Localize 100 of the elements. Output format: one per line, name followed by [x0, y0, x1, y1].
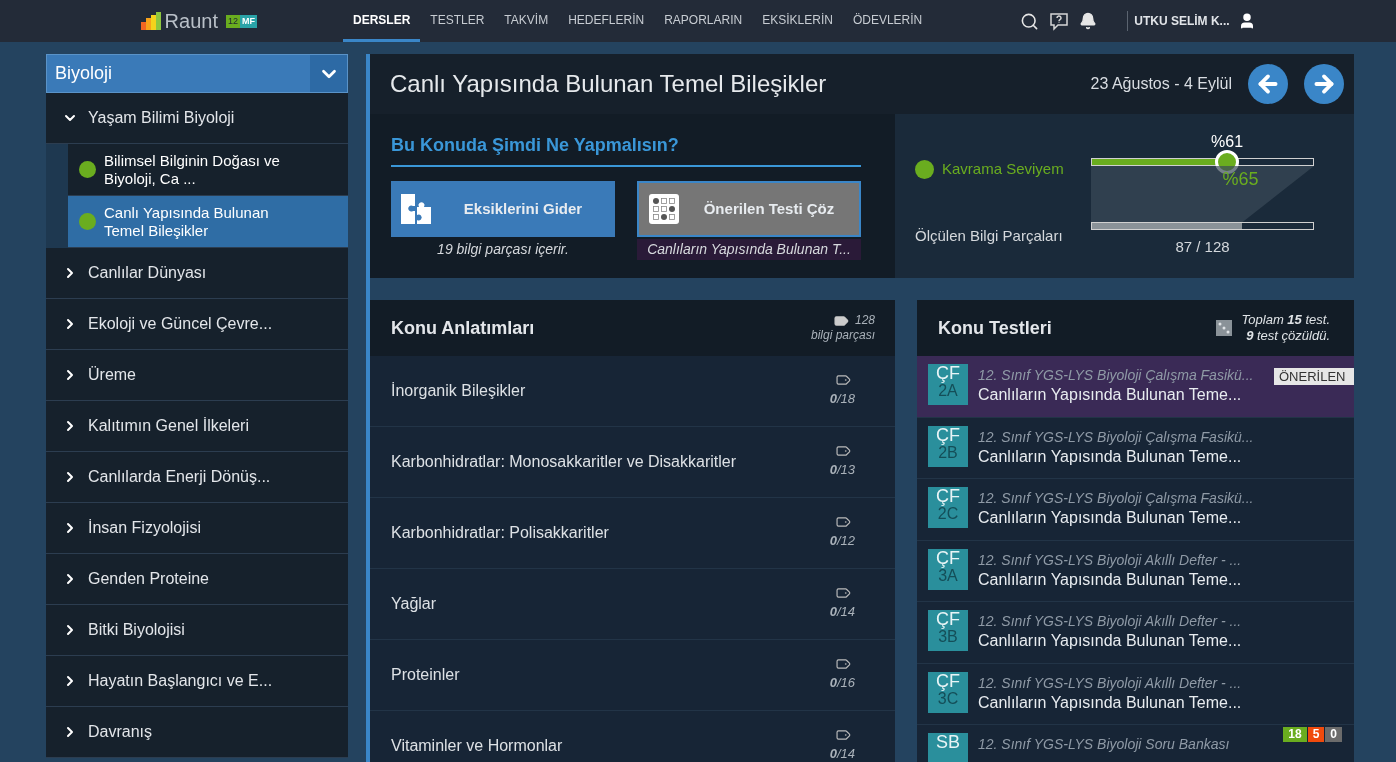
test-row[interactable]: ÇF 2A 12. Sınıf YGS-LYS Biyoloji Çalışma Fasikü... Canlıların Yapısında Bulunan Teme... ÖNERİLEN	[917, 356, 1354, 418]
piece-count: 128	[854, 313, 875, 328]
test-code-tile: ÇF 2A	[928, 364, 968, 405]
date-range: 23 Ağustos - 4 Eylül	[1090, 74, 1232, 94]
topic-item[interactable]: Bilimsel Bilginin Doğası ve Biyoloji, Ca ...	[68, 144, 348, 196]
test-code-tile: ÇF 3C	[928, 671, 968, 713]
test-title: Canlıların Yapısında Bulunan Teme...	[978, 692, 1242, 713]
sidebar-item[interactable]: İnsan Fizyolojisi	[46, 503, 348, 554]
dropdown-button[interactable]	[310, 55, 347, 92]
user-name[interactable]: UTKU SELİM K...	[1134, 12, 1230, 30]
nav-tab[interactable]: DERSLER	[343, 0, 421, 42]
lesson-title: Proteinler	[391, 665, 460, 685]
test-title: Canlıların Yapısında Bulunan Teme...	[978, 446, 1243, 467]
next-button[interactable]	[1304, 64, 1344, 104]
nav-tab[interactable]: HEDEFLERİN	[558, 0, 655, 42]
test-book: 12. Sınıf YGS-LYS Biyoloji Akıllı Defter - ...	[978, 673, 1242, 693]
sidebar-item[interactable]: Bitki Biyolojisi	[46, 605, 348, 656]
test-book: 12. Sınıf YGS-LYS Biyoloji Çalışma Fasikü...	[978, 489, 1254, 508]
test-code-tile: SB	[928, 733, 968, 762]
logo-icon	[140, 12, 161, 30]
test-book: 12. Sınıf YGS-LYS Biyoloji Çalışma Fasikü...	[978, 427, 1254, 447]
subject-title: Biyoloji	[54, 62, 113, 85]
sidebar-item[interactable]: Hayatın Başlangıcı ve E...	[46, 656, 348, 707]
piece-count-label: bilgi parçası	[810, 328, 875, 343]
action-note: Canlıların Yapısında Bulunan T...	[637, 239, 861, 260]
test-book: 12. Sınıf YGS-LYS Biyoloji Akıllı Defter - ...	[978, 550, 1242, 570]
nav-tab[interactable]: ÖDEVLERİN	[842, 0, 933, 42]
lesson-score: 0/16	[829, 674, 855, 693]
target-value: %65	[1222, 168, 1259, 191]
subject-header[interactable]: Biyoloji	[46, 54, 348, 93]
test-title: Canlıların Yapısında Bulunan Teme...	[978, 631, 1242, 651]
lesson-row[interactable]: Proteinler 0/16	[370, 640, 895, 711]
track-badge: MF	[240, 14, 257, 28]
lesson-row[interactable]: Karbonhidratlar: Polisakkaritler 0/12	[370, 498, 895, 569]
bell-icon[interactable]	[1079, 12, 1098, 30]
nav-tab[interactable]: TESTLER	[420, 0, 495, 42]
sidebar-item[interactable]: Ekoloji ve Güncel Çevre...	[46, 299, 348, 350]
lesson-row[interactable]: İnorganik Bileşikler 0/18	[370, 356, 895, 427]
test-book: 12. Sınıf YGS-LYS Biyoloji Soru Bankası	[978, 735, 1230, 754]
action-button[interactable]: Eksiklerini Gider	[391, 181, 615, 237]
lesson-score: 0/14	[829, 603, 855, 622]
lesson-row[interactable]: Vitaminler ve Hormonlar 0/14	[370, 711, 895, 762]
sidebar-item[interactable]: Canlılarda Enerji Dönüş...	[46, 452, 348, 503]
result-count: 0	[1325, 727, 1342, 742]
lesson-title: Vitaminler ve Hormonlar	[391, 736, 563, 756]
section-heading: Bu Konuda Şimdi Ne Yapmalısın?	[391, 132, 861, 167]
action-button[interactable]: Önerilen Testi Çöz	[637, 181, 861, 237]
test-code-tile: ÇF 3B	[928, 610, 968, 651]
test-summary: Toplam 15 test.	[1241, 312, 1330, 328]
previous-button[interactable]	[1248, 64, 1288, 104]
sidebar-item[interactable]: Üreme	[46, 350, 348, 401]
topic-item[interactable]: Canlı Yapısında Bulunan Temel Bileşikler	[68, 196, 348, 248]
lesson-title: İnorganik Bileşikler	[391, 381, 526, 401]
puzzle-icon	[401, 194, 431, 224]
sidebar-item[interactable]: Yaşam Bilimi Biyoloji	[46, 93, 348, 144]
action-note: 19 bilgi parçası içerir.	[436, 240, 570, 259]
sidebar-item[interactable]: Genden Proteine	[46, 554, 348, 605]
lesson-row[interactable]: Karbonhidratlar: Monosakkaritler ve Disakkaritler 0/13	[370, 427, 895, 498]
test-code-tile: ÇF 2B	[928, 425, 968, 467]
mastery-value: %61	[1211, 132, 1244, 152]
nav-tab[interactable]: RAPORLARIN	[654, 0, 753, 42]
mastery-label: Kavrama Seviyem	[942, 159, 1064, 179]
dice-icon	[1215, 320, 1232, 336]
sidebar-item[interactable]: Kalıtımın Genel İlkeleri	[46, 401, 348, 452]
measured-reading: 87 / 128	[1174, 237, 1231, 257]
test-row[interactable]: ÇF 3A 12. Sınıf YGS-LYS Biyoloji Akıllı Defter - ... Canlıların Yapısında Bulunan Teme...	[917, 540, 1354, 602]
result-count: 5	[1307, 727, 1325, 742]
help-icon[interactable]	[1049, 11, 1070, 31]
test-row[interactable]: ÇF 2B 12. Sınıf YGS-LYS Biyoloji Çalışma Fasikü... Canlıların Yapısında Bulunan Teme...	[917, 417, 1354, 479]
grade-badge: 12	[226, 14, 240, 28]
lesson-title: Yağlar	[391, 594, 437, 614]
test-row[interactable]: SB 12. Sınıf YGS-LYS Biyoloji Soru Bankası 18 5 0	[917, 725, 1354, 762]
lesson-title: Karbonhidratlar: Polisakkaritler	[391, 523, 609, 543]
test-row[interactable]: ÇF 2C 12. Sınıf YGS-LYS Biyoloji Çalışma Fasikü... Canlıların Yapısında Bulunan Teme...	[917, 479, 1354, 541]
result-count: 18	[1283, 727, 1307, 742]
recommended-badge: ÖNERİLEN	[1274, 368, 1354, 385]
measured-label: Ölçülen Bilgi Parçaları	[915, 225, 1064, 246]
search-icon[interactable]	[1020, 11, 1040, 31]
logo-text: Raunt	[164, 11, 218, 31]
lesson-score: 0/13	[829, 461, 855, 480]
lesson-score: 0/12	[829, 532, 855, 551]
test-code-tile: ÇF 3A	[928, 548, 968, 590]
test-row[interactable]: ÇF 3C 12. Sınıf YGS-LYS Biyoloji Akıllı Defter - ... Canlıların Yapısında Bulunan Teme...	[917, 663, 1354, 725]
lesson-score: 0/18	[829, 390, 855, 409]
test-book: 12. Sınıf YGS-LYS Biyoloji Akıllı Defter - ...	[978, 612, 1242, 631]
sidebar-item[interactable]: Canlılar Dünyası	[46, 248, 348, 299]
test-book: 12. Sınıf YGS-LYS Biyoloji Çalışma Fasikü...	[978, 366, 1254, 385]
test-title: Canlıların Yapısında Bulunan Teme...	[978, 508, 1243, 528]
test-title: Canlıların Yapısında Bulunan Teme...	[978, 569, 1242, 590]
nav-tab[interactable]: TAKVİM	[494, 0, 559, 42]
test-summary: 9 test çözüldü.	[1246, 328, 1330, 344]
panel-title: Konu Testleri	[938, 316, 1052, 340]
topic-title: Canlı Yapısında Bulunan Temel Bileşikler	[390, 69, 827, 99]
panel-title: Konu Anlatımları	[391, 316, 535, 340]
lesson-row[interactable]: Yağlar 0/14	[370, 569, 895, 640]
lesson-title: Karbonhidratlar: Monosakkaritler ve Disakkaritler	[391, 452, 737, 472]
nav-tab[interactable]: EKSİKLERİN	[752, 0, 843, 42]
test-row[interactable]: ÇF 3B 12. Sınıf YGS-LYS Biyoloji Akıllı Defter - ... Canlıların Yapısında Bulunan Teme...	[917, 602, 1354, 664]
test-title: Canlıların Yapısında Bulunan Teme...	[978, 385, 1243, 405]
sidebar-item[interactable]: Davranış	[46, 707, 348, 758]
